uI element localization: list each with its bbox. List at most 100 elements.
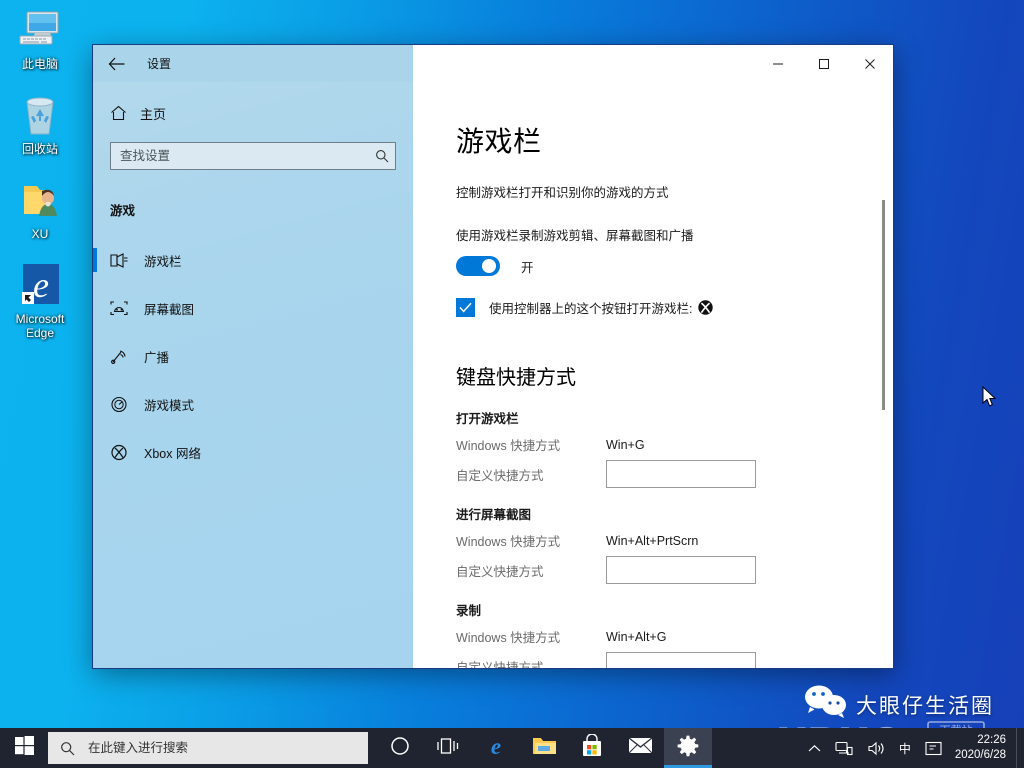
sidebar-home-label: 主页	[140, 106, 167, 122]
tray-date: 2020/6/28	[954, 749, 1006, 761]
shortcut-windows-value: Win+G	[606, 437, 645, 452]
shortcut-windows-label: Windows 快捷方式	[456, 535, 561, 549]
desktop-icon-list: 此电脑 回收站 XU e Microsoft Edge	[0, 6, 80, 360]
shortcut-custom-label: 自定义快捷方式	[456, 564, 544, 579]
shortcut-windows-label: Windows 快捷方式	[456, 439, 561, 453]
taskbar-item-task-view[interactable]	[424, 728, 472, 768]
desktop-icon-recycle-bin[interactable]: 回收站	[0, 91, 80, 156]
shortcuts-section-title: 键盘快捷方式	[456, 367, 576, 389]
title-bar-drag-area[interactable]	[413, 45, 755, 82]
shortcut-custom-input[interactable]	[607, 653, 755, 668]
sidebar-item-game-mode[interactable]: 游戏模式	[93, 380, 413, 428]
tray-network-icon[interactable]	[828, 728, 860, 768]
wechat-logo-icon	[804, 685, 848, 724]
tray-chevron-up-icon[interactable]	[801, 728, 828, 768]
shortcut-name: 进行屏幕截图	[456, 508, 532, 522]
shortcut-windows-label: Windows 快捷方式	[456, 631, 561, 645]
controller-checkbox[interactable]	[456, 298, 475, 317]
taskbar-item-cortana[interactable]	[376, 728, 424, 768]
shortcut-custom-row: 自定义快捷方式	[456, 556, 853, 584]
shortcut-custom-input[interactable]	[607, 461, 755, 487]
cortana-icon	[390, 736, 410, 761]
shortcut-custom-row: 自定义快捷方式	[456, 652, 853, 668]
shortcut-block-record: 录制 Windows 快捷方式 Win+Alt+G 自定义快捷方式	[456, 600, 853, 668]
shortcut-custom-row: 自定义快捷方式	[456, 460, 853, 488]
shortcut-windows-row: Windows 快捷方式 Win+G	[456, 435, 853, 454]
sidebar-item-label: 广播	[144, 350, 170, 365]
shortcut-custom-input[interactable]	[607, 557, 755, 583]
settings-search-input[interactable]	[111, 149, 369, 163]
screenshot-icon	[110, 300, 144, 317]
maximize-button[interactable]	[801, 45, 847, 82]
broadcast-icon	[110, 348, 144, 365]
sidebar-item-label: Xbox 网络	[144, 446, 201, 461]
svg-text:e: e	[491, 734, 501, 758]
settings-search-box[interactable]	[110, 142, 396, 170]
controller-checkbox-row: 使用控制器上的这个按钮打开游戏栏:	[456, 298, 853, 317]
sidebar-item-screenshot[interactable]: 屏幕截图	[93, 284, 413, 332]
settings-sidebar: 主页 游戏	[93, 82, 413, 668]
this-pc-icon	[0, 6, 80, 54]
title-bar-left: 设置	[93, 45, 413, 82]
scrollbar-thumb[interactable]	[882, 200, 885, 410]
windows-logo-icon	[14, 736, 34, 760]
shortcut-custom-label: 自定义快捷方式	[456, 660, 544, 669]
shortcut-custom-field[interactable]	[606, 460, 756, 488]
taskbar-item-settings[interactable]	[664, 728, 712, 768]
taskbar-item-file-explorer[interactable]	[520, 728, 568, 768]
page-title: 游戏栏	[456, 126, 542, 157]
window-title: 设置	[147, 57, 172, 71]
sidebar-item-xbox-network[interactable]: Xbox 网络	[93, 428, 413, 476]
shortcut-custom-field[interactable]	[606, 556, 756, 584]
shortcut-windows-value: Win+Alt+G	[606, 629, 667, 644]
file-explorer-icon	[532, 735, 557, 761]
tray-clock[interactable]: 22:26 2020/6/28	[949, 728, 1016, 768]
shortcut-windows-row: Windows 快捷方式 Win+Alt+G	[456, 627, 853, 646]
controller-checkbox-label: 使用控制器上的这个按钮打开游戏栏:	[489, 302, 693, 316]
wechat-watermark-text: 大眼仔生活圈	[856, 694, 994, 718]
record-toggle[interactable]	[456, 256, 500, 276]
settings-content-area: 游戏栏 控制游戏栏打开和识别你的游戏的方式 使用游戏栏录制游戏剪辑、屏幕截图和广…	[413, 82, 893, 668]
game-bar-settings-page: 游戏栏 控制游戏栏打开和识别你的游戏的方式 使用游戏栏录制游戏剪辑、屏幕截图和广…	[413, 82, 893, 668]
microsoft-store-icon	[581, 732, 603, 763]
shortcut-block-open-game-bar: 打开游戏栏 Windows 快捷方式 Win+G 自定义快捷方式	[456, 408, 853, 488]
sidebar-item-broadcast[interactable]: 广播	[93, 332, 413, 380]
desktop-icon-label: 回收站	[21, 142, 58, 156]
user-folder-icon	[0, 176, 80, 224]
tray-time: 22:26	[977, 734, 1006, 746]
sidebar-item-label: 游戏模式	[144, 398, 195, 413]
record-toggle-row: 开	[456, 256, 853, 276]
sidebar-item-game-bar[interactable]: 游戏栏	[93, 236, 413, 284]
record-setting-label: 使用游戏栏录制游戏剪辑、屏幕截图和广播	[456, 229, 694, 243]
settings-window: 设置 主页 查找设置 游戏 游戏栏 屏幕截图 广播 游戏模式 Xbox 网络 游…	[93, 45, 893, 668]
desktop-icon-xu-folder[interactable]: XU	[0, 176, 80, 241]
desktop-icon-microsoft-edge[interactable]: e Microsoft Edge	[0, 261, 80, 340]
sidebar-group-title: 游戏	[110, 204, 136, 218]
desktop-icon-label: Microsoft Edge	[15, 312, 65, 340]
mouse-cursor	[982, 385, 997, 413]
wechat-watermark: 大眼仔生活圈	[804, 685, 994, 724]
tray-action-center-icon[interactable]	[918, 728, 949, 768]
close-button[interactable]	[847, 45, 893, 82]
search-icon	[48, 741, 86, 756]
taskbar-item-microsoft-store[interactable]	[568, 728, 616, 768]
shortcut-custom-label: 自定义快捷方式	[456, 468, 544, 483]
xbox-logo-icon	[698, 300, 714, 315]
tray-ime-indicator[interactable]: 中	[892, 728, 918, 768]
start-button[interactable]	[0, 728, 48, 768]
tray-volume-icon[interactable]	[860, 728, 892, 768]
taskbar-item-edge[interactable]: e	[472, 728, 520, 768]
taskbar-search-input[interactable]	[86, 740, 368, 756]
sidebar-nav-list: 游戏栏 屏幕截图 广播 游戏模式 Xbox 网络	[93, 236, 413, 476]
desktop-icon-this-pc[interactable]: 此电脑	[0, 6, 80, 71]
back-button[interactable]	[93, 45, 139, 82]
content-scrollbar[interactable]	[877, 82, 889, 668]
taskbar-item-mail[interactable]	[616, 728, 664, 768]
sidebar-item-home[interactable]: 主页	[93, 96, 413, 130]
minimize-button[interactable]	[755, 45, 801, 82]
show-desktop-button[interactable]	[1016, 728, 1024, 768]
taskbar-search-box[interactable]	[48, 732, 368, 764]
shortcut-custom-field[interactable]	[606, 652, 756, 668]
search-icon[interactable]	[369, 149, 395, 163]
game-bar-icon	[110, 252, 144, 269]
